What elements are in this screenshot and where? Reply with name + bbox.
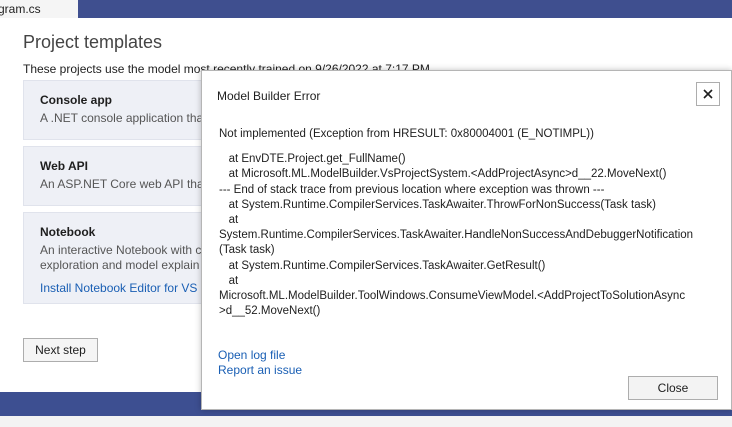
- card-description-line: exploration and model explain: [40, 258, 200, 272]
- install-notebook-editor-link[interactable]: Install Notebook Editor for VS 2: [40, 281, 207, 295]
- close-icon[interactable]: [696, 82, 720, 106]
- card-description: An ASP.NET Core web API that: [40, 177, 207, 191]
- stack-line: at EnvDTE.Project.get_FullName(): [219, 153, 406, 166]
- dialog-title: Model Builder Error: [217, 89, 321, 103]
- card-description: An interactive Notebook with c explorati…: [40, 243, 206, 273]
- stack-line: System.Runtime.CompilerServices.TaskAwai…: [219, 229, 694, 242]
- stack-line: at System.Runtime.CompilerServices.TaskA…: [219, 198, 656, 211]
- error-message: Not implemented (Exception from HRESULT:…: [219, 128, 594, 140]
- stack-line: at System.Runtime.CompilerServices.TaskA…: [219, 259, 546, 272]
- stack-line: --- End of stack trace from previous loc…: [219, 183, 605, 196]
- card-title: Console app: [40, 93, 113, 107]
- card-web-api[interactable]: Web API An ASP.NET Core web API that: [23, 146, 223, 206]
- page-title: Project templates: [23, 32, 163, 52]
- stack-line: >d__52.MoveNext(): [219, 305, 321, 318]
- close-button[interactable]: Close: [628, 376, 718, 400]
- card-title: Web API: [40, 159, 89, 173]
- stack-line: at Microsoft.ML.ModelBuilder.VsProjectSy…: [219, 168, 667, 181]
- card-console-app[interactable]: Console app A .NET console application t…: [23, 80, 223, 140]
- error-dialog: Model Builder Error Not implemented (Exc…: [201, 70, 732, 410]
- card-notebook[interactable]: Notebook An interactive Notebook with c …: [23, 212, 223, 304]
- stack-line: at: [219, 274, 239, 287]
- error-details: Not implemented (Exception from HRESULT:…: [219, 127, 719, 319]
- stack-line: at: [219, 214, 239, 227]
- open-log-file-link[interactable]: Open log file: [218, 348, 285, 362]
- top-bar: gram.cs: [0, 0, 732, 18]
- next-step-button[interactable]: Next step: [23, 338, 98, 362]
- card-title: Notebook: [40, 225, 96, 239]
- report-issue-link[interactable]: Report an issue: [218, 363, 302, 377]
- stack-line: Microsoft.ML.ModelBuilder.ToolWindows.Co…: [219, 290, 686, 303]
- file-tab[interactable]: gram.cs: [0, 0, 78, 18]
- bottom-stripe: [0, 416, 732, 427]
- card-description: A .NET console application tha: [40, 111, 204, 125]
- card-description-line: An interactive Notebook with c: [40, 243, 202, 257]
- stack-line: (Task task): [219, 244, 275, 257]
- file-tab-label: gram.cs: [0, 2, 41, 16]
